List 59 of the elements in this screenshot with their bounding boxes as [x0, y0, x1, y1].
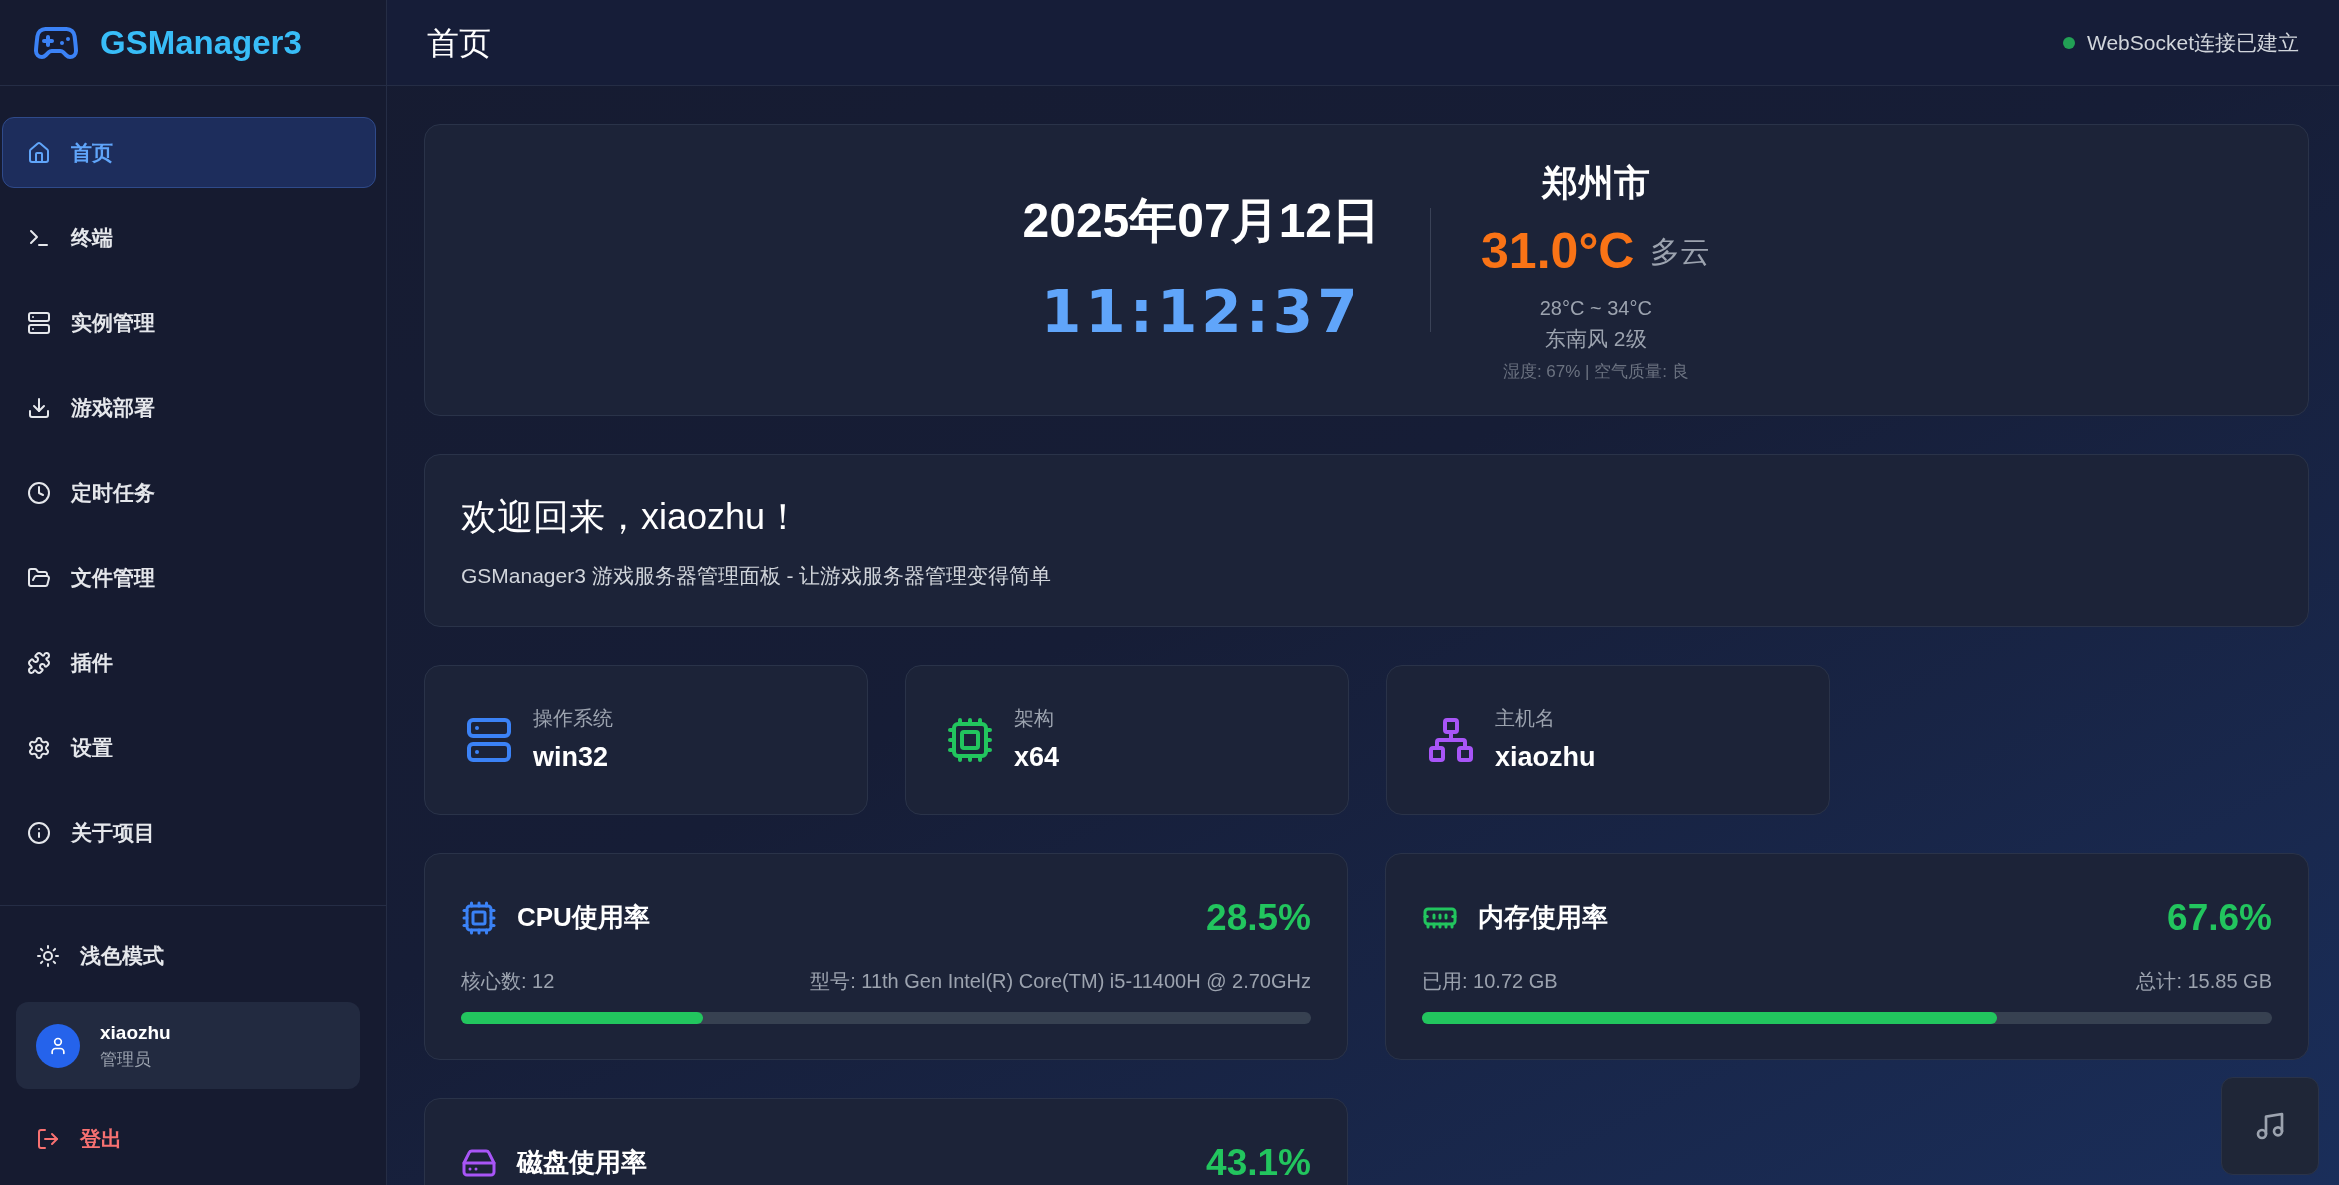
wind-text: 东南风 2级 [1545, 326, 1647, 352]
sun-icon [36, 944, 60, 968]
weather-details: 湿度: 67% | 空气质量: 良 [1502, 360, 1689, 383]
usage-value: 28.5% [1206, 896, 1311, 940]
music-icon [2254, 1110, 2286, 1142]
info-label: 架构 [1014, 705, 1055, 731]
download-icon [27, 395, 51, 420]
nav-item[interactable]: 文件管理 [2, 542, 376, 613]
nav-item[interactable]: 终端 [2, 202, 376, 273]
nav-item[interactable]: 实例管理 [2, 287, 376, 358]
server-icon [27, 310, 51, 335]
nav-item[interactable]: 定时任务 [2, 457, 376, 528]
home-icon [27, 140, 51, 165]
nav-item[interactable]: 游戏部署 [2, 372, 376, 443]
usage-title: 内存使用率 [1478, 901, 1608, 935]
usage-title: CPU使用率 [517, 901, 650, 935]
folder-icon [27, 565, 51, 590]
date-text: 2025年07月12日 [1022, 192, 1381, 249]
nav-item[interactable]: 设置 [2, 712, 376, 783]
chip-icon [461, 899, 497, 936]
info-value: xiaozhu [1495, 740, 1596, 774]
info-value: x64 [1014, 740, 1060, 774]
logout-icon [36, 1127, 60, 1151]
usage-title: 磁盘使用率 [517, 1146, 647, 1180]
info-value: win32 [533, 740, 610, 774]
server-icon [465, 716, 513, 764]
city-name: 郑州市 [1541, 161, 1650, 205]
nav-item[interactable]: 首页 [2, 117, 376, 188]
temperature-range: 28°C ~ 34°C [1539, 296, 1652, 321]
usage-detail: 已用: 10.72 GB [1422, 968, 1558, 994]
puzzle-icon [27, 650, 51, 675]
usage-detail: 核心数: 12 [461, 968, 555, 994]
welcome-subtitle: GSManager3 游戏服务器管理面板 - 让游戏服务器管理变得简单 [461, 562, 1053, 589]
clock-time: 11:12:37 [1041, 276, 1362, 348]
chip-icon [946, 716, 994, 764]
clock-icon [27, 480, 51, 505]
logout-button[interactable]: 登出 [16, 1109, 370, 1169]
network-icon [1427, 716, 1475, 764]
usage-detail: 型号: 11th Gen Intel(R) Core(TM) i5-11400H @ 2.70GHz [810, 968, 1311, 994]
usage-value: 67.6% [2167, 896, 2272, 940]
info-label: 主机名 [1495, 705, 1556, 731]
welcome-title: 欢迎回来，xiaozhu！ [461, 494, 803, 539]
info-icon [27, 820, 51, 845]
usage-detail: 总计: 15.85 GB [2136, 968, 2272, 994]
brand-name: GSManager3 [100, 22, 302, 63]
settings-icon [27, 735, 51, 760]
nav-item[interactable]: 关于项目 [2, 797, 376, 868]
user-role: 管理员 [100, 1049, 152, 1071]
nav-item[interactable]: 插件 [2, 627, 376, 698]
avatar-icon [36, 1023, 80, 1068]
status-text: WebSocket连接已建立 [2087, 29, 2299, 56]
music-button[interactable] [2221, 1077, 2319, 1175]
info-label: 操作系统 [533, 705, 613, 731]
usage-value: 43.1% [1206, 1141, 1311, 1185]
user-name: xiaozhu [100, 1020, 171, 1045]
page-title: 首页 [427, 23, 491, 63]
theme-toggle[interactable]: 浅色模式 [16, 930, 370, 982]
weather-condition: 多云 [1650, 234, 1711, 270]
temperature: 31.0°C [1481, 222, 1635, 281]
